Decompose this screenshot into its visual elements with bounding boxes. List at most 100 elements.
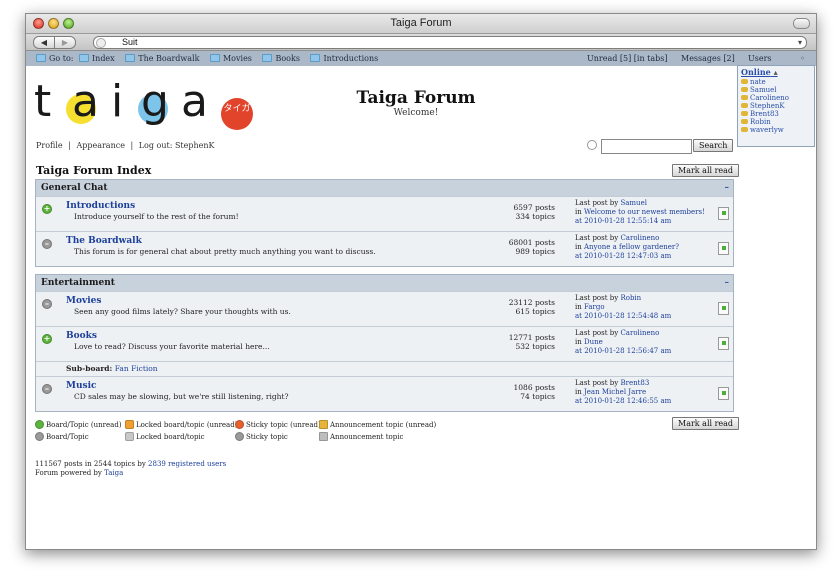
menu-separator: | <box>68 141 71 150</box>
board-read-icon: – <box>42 299 52 309</box>
last-post-label: Last post by <box>575 234 619 242</box>
expand-icon[interactable]: ◦ <box>800 54 805 63</box>
browser-toolbar: ◀ ▶ Suit ▾ <box>26 34 816 51</box>
subboard-link[interactable]: Fan Fiction <box>115 364 158 373</box>
online-user[interactable]: StephenK <box>741 102 814 110</box>
category-title[interactable]: General Chat <box>41 183 108 193</box>
board-row-introductions: + Introductions Introduce yourself to th… <box>36 196 733 231</box>
collapse-icon[interactable]: ▴ <box>774 68 778 77</box>
collapse-category-button[interactable]: – <box>725 275 730 291</box>
last-post-topic[interactable]: Dune <box>584 338 603 346</box>
quick-link-movies[interactable]: Movies <box>209 54 252 63</box>
last-post-author[interactable]: Samuel <box>620 199 647 207</box>
mark-all-read-button[interactable]: Mark all read <box>672 164 740 177</box>
board-title[interactable]: The Boardwalk <box>66 236 142 246</box>
last-post-time[interactable]: at 2010-01-28 12:54:48 am <box>575 312 671 321</box>
online-user[interactable]: Carolineno <box>741 94 814 102</box>
board-row-books: + Books Love to read? Discuss your favor… <box>36 326 733 361</box>
last-post-topic[interactable]: Fargo <box>584 303 605 311</box>
powered-by-text: Forum powered by <box>35 469 102 477</box>
last-post-time[interactable]: at 2010-01-28 12:46:55 am <box>575 397 671 406</box>
last-post-author[interactable]: Carolineno <box>620 329 659 337</box>
board-title[interactable]: Movies <box>66 296 101 306</box>
last-post-time[interactable]: at 2010-01-28 12:47:03 am <box>575 252 679 261</box>
online-user[interactable]: waverlyw <box>741 126 814 134</box>
category-entertainment: Entertainment – – Movies Seen any good f… <box>35 274 734 412</box>
go-to-last-post-icon[interactable] <box>718 337 729 350</box>
last-post-time[interactable]: at 2010-01-28 12:55:14 am <box>575 217 705 226</box>
forum-header: taiga t a i g a タイガ Taiga Forum Welcome! <box>26 66 732 136</box>
messages-link[interactable]: Messages [2] <box>681 51 735 66</box>
logo-letter: g <box>141 76 169 127</box>
minimize-window-button[interactable] <box>48 18 59 29</box>
quick-link-introductions[interactable]: Introductions <box>310 54 378 63</box>
last-post-info: Last post by Samuel in Welcome to our ne… <box>575 199 705 226</box>
close-window-button[interactable] <box>33 18 44 29</box>
legend-item: Board/Topic <box>35 431 89 443</box>
online-heading[interactable]: Online ▴ <box>741 68 814 77</box>
forum-footer: 111567 posts in 2544 topics by 2839 regi… <box>35 460 226 478</box>
in-label: in <box>575 303 582 311</box>
topic-count: 334 topics <box>515 212 555 221</box>
menu-separator: | <box>130 141 134 150</box>
online-user[interactable]: Brent83 <box>741 110 814 118</box>
last-post-author[interactable]: Robin <box>620 294 641 302</box>
zoom-window-button[interactable] <box>63 18 74 29</box>
collapse-category-button[interactable]: – <box>725 180 730 196</box>
forward-button[interactable]: ▶ <box>54 36 76 49</box>
search-button[interactable]: Search <box>693 139 734 152</box>
board-description: Seen any good films lately? Share your t… <box>74 307 291 316</box>
category-title[interactable]: Entertainment <box>41 278 115 288</box>
legend-item: Sticky topic <box>235 431 288 443</box>
last-post-author[interactable]: Carolineno <box>620 234 659 242</box>
toolbar-toggle-button[interactable] <box>793 18 810 29</box>
quick-link-books[interactable]: Books <box>262 54 300 63</box>
logout-link[interactable]: Log out: StephenK <box>139 141 215 150</box>
unread-link[interactable]: Unread [5] [in tabs] <box>587 51 667 66</box>
folder-icon <box>310 54 321 62</box>
last-post-info: Last post by Robin in Fargo at 2010-01-2… <box>575 294 671 321</box>
board-title[interactable]: Books <box>66 331 97 341</box>
address-text: Suit <box>122 37 138 47</box>
quick-link-boardwalk[interactable]: The Boardwalk <box>125 54 199 63</box>
go-to-last-post-icon[interactable] <box>718 207 729 220</box>
last-post-author[interactable]: Brent83 <box>620 379 649 387</box>
profile-link[interactable]: Profile <box>36 141 63 150</box>
site-title: Taiga Forum <box>356 88 476 108</box>
goto-label: Go to: <box>36 51 73 66</box>
board-description: Introduce yourself to the rest of the fo… <box>74 212 239 221</box>
site-icon <box>96 38 106 48</box>
online-user[interactable]: nate <box>741 78 814 86</box>
go-to-last-post-icon[interactable] <box>718 302 729 315</box>
appearance-link[interactable]: Appearance <box>76 141 124 150</box>
go-to-last-post-icon[interactable] <box>718 242 729 255</box>
back-button[interactable]: ◀ <box>33 36 55 49</box>
user-icon <box>741 127 748 132</box>
window-title: Taiga Forum <box>390 17 452 29</box>
in-label: in <box>575 243 582 251</box>
board-stats: 6597 posts 334 topics <box>491 203 556 221</box>
go-to-last-post-icon[interactable] <box>718 387 729 400</box>
mark-all-read-button-bottom[interactable]: Mark all read <box>672 417 740 430</box>
registered-users-link[interactable]: 2839 registered users <box>148 460 226 468</box>
board-title[interactable]: Introductions <box>66 201 135 211</box>
quick-link-index[interactable]: Index <box>79 54 115 63</box>
last-post-topic[interactable]: Anyone a fellow gardener? <box>584 243 679 251</box>
last-post-time[interactable]: at 2010-01-28 12:56:47 am <box>575 347 671 356</box>
forum-stats: 111567 posts in 2544 topics by <box>35 460 146 468</box>
online-user[interactable]: Robin <box>741 118 814 126</box>
board-description: CD sales may be slowing, but we're still… <box>74 392 289 401</box>
sticky-icon <box>235 432 244 441</box>
post-count: 12771 posts <box>508 333 555 342</box>
online-user[interactable]: Samuel <box>741 86 814 94</box>
last-post-topic[interactable]: Jean Michel Jarre <box>584 388 646 396</box>
taiga-link[interactable]: Taiga <box>104 469 123 477</box>
search-input[interactable] <box>601 139 692 154</box>
users-toggle[interactable]: Users ◦ <box>748 51 805 66</box>
board-description: Love to read? Discuss your favorite mate… <box>74 342 270 351</box>
address-bar[interactable]: Suit ▾ <box>93 36 807 49</box>
chevron-down-icon[interactable]: ▾ <box>798 37 802 48</box>
board-title[interactable]: Music <box>66 381 96 391</box>
last-post-topic[interactable]: Welcome to our newest members! <box>584 208 705 216</box>
site-title-block: Taiga Forum Welcome! <box>336 88 496 118</box>
